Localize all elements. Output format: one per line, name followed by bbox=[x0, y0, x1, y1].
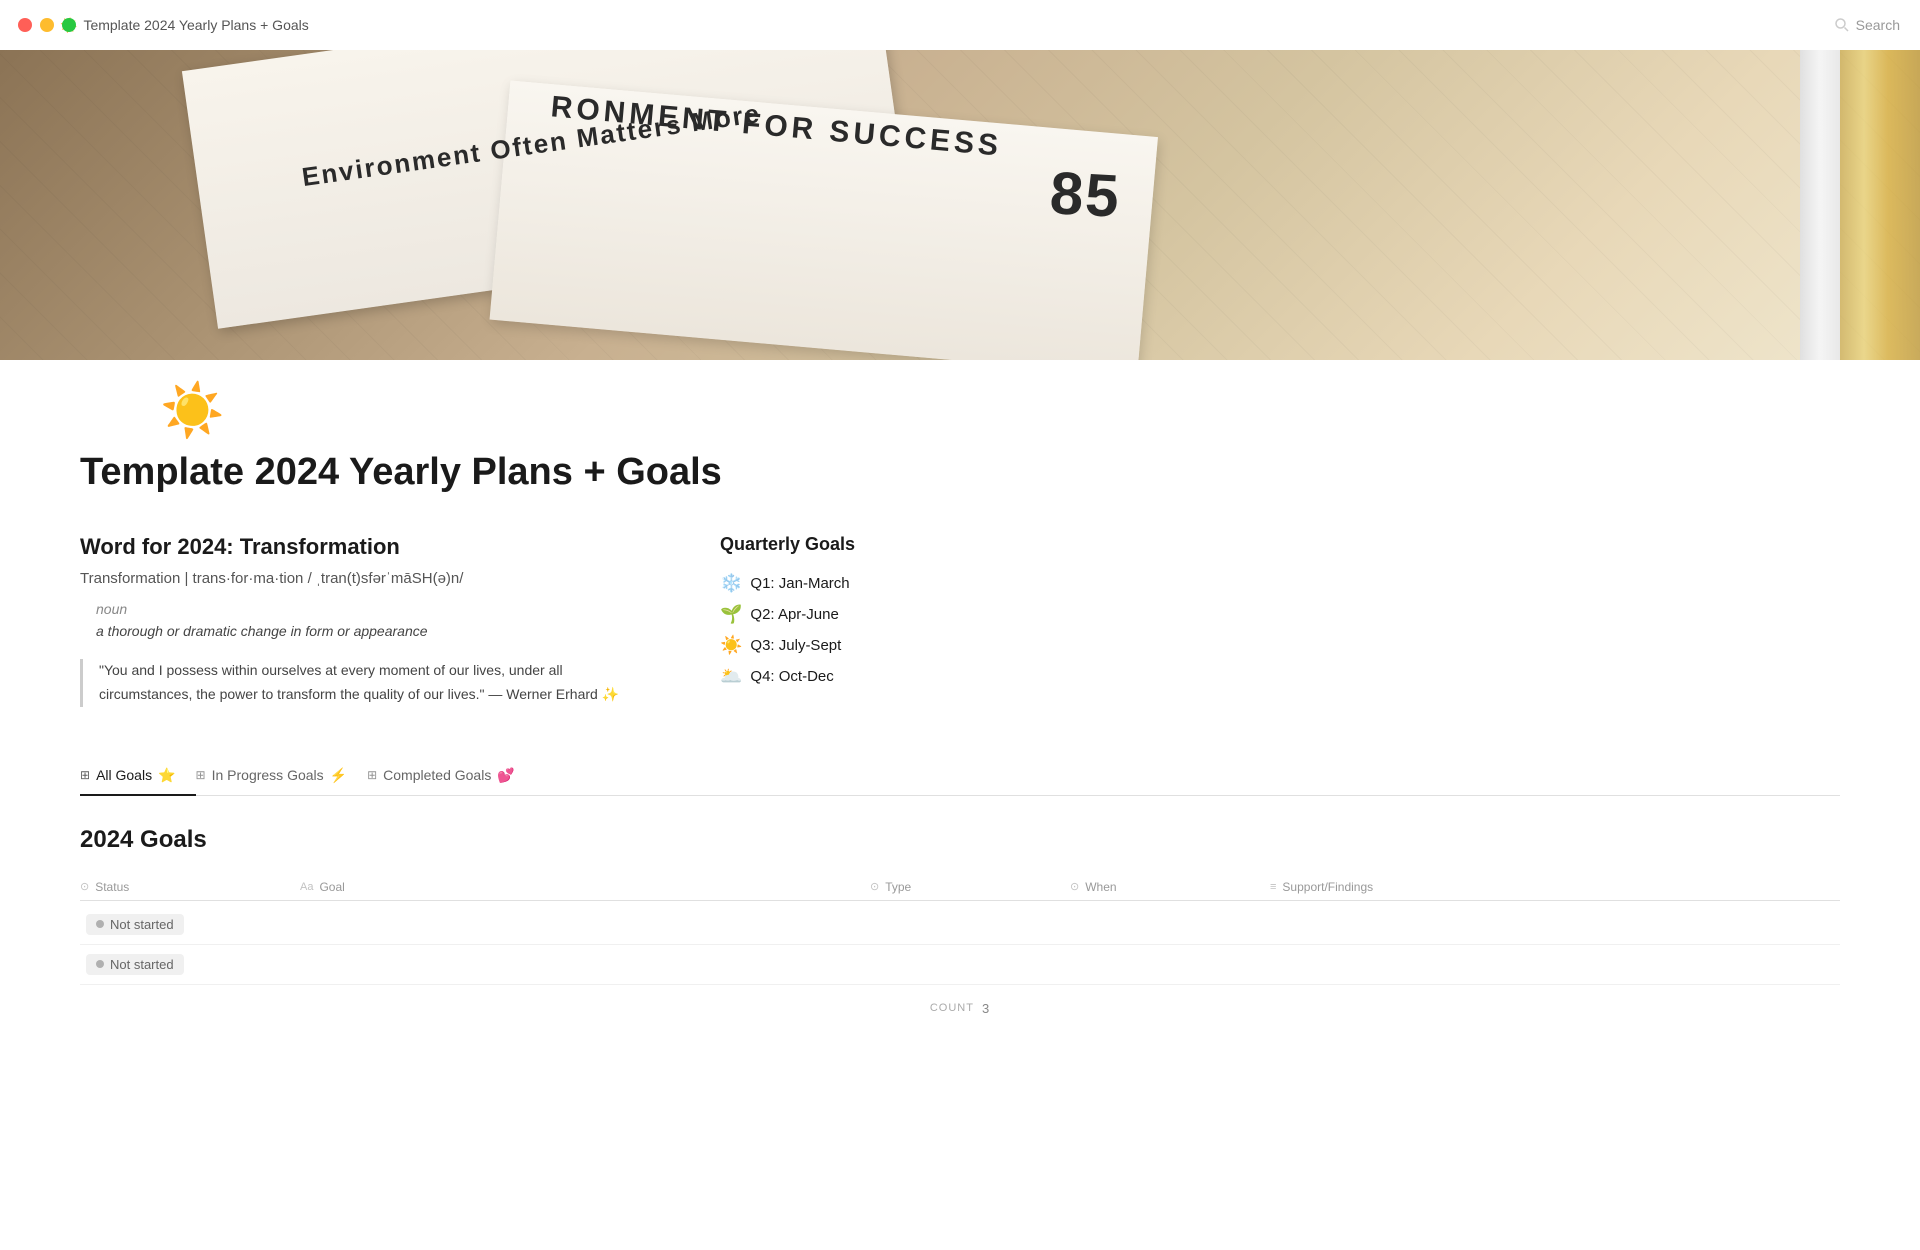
col-goal-icon: Aa bbox=[300, 881, 313, 893]
q2-label: Q2: Apr-June bbox=[750, 606, 838, 623]
table-row[interactable]: Not started bbox=[80, 905, 1840, 945]
table-header: ⊙ Status Aa Goal ⊙ Type ⊙ When ≡ Support… bbox=[80, 874, 1840, 901]
top-bar: ☀️ Template 2024 Yearly Plans + Goals Se… bbox=[0, 0, 1920, 50]
word-definition: a thorough or dramatic change in form or… bbox=[80, 623, 640, 639]
col-support-header: ≡ Support/Findings bbox=[1270, 880, 1840, 894]
q4-label: Q4: Oct-Dec bbox=[750, 668, 833, 685]
breadcrumb-text: Template 2024 Yearly Plans + Goals bbox=[83, 17, 308, 33]
row2-status-badge: Not started bbox=[86, 954, 184, 975]
q3-label: Q3: July-Sept bbox=[750, 637, 841, 654]
tab-completed-goals[interactable]: ⊞ Completed Goals 💕 bbox=[367, 757, 535, 796]
q1-label: Q1: Jan-March bbox=[750, 575, 849, 592]
col-status-label: Status bbox=[95, 880, 129, 894]
col-goal-label: Goal bbox=[319, 880, 344, 894]
quarterly-item-q2[interactable]: 🌱 Q2: Apr-June bbox=[720, 604, 1840, 625]
q1-emoji: ❄️ bbox=[720, 573, 742, 594]
tab-in-progress-goals[interactable]: ⊞ In Progress Goals ⚡ bbox=[196, 757, 368, 796]
word-pos: noun bbox=[80, 601, 640, 617]
window-controls bbox=[18, 18, 76, 32]
row2-status-dot bbox=[96, 960, 104, 968]
row1-status-dot bbox=[96, 920, 104, 928]
row1-when-cell[interactable] bbox=[1070, 916, 1270, 932]
col-support-icon: ≡ bbox=[1270, 881, 1276, 893]
col-type-label: Type bbox=[885, 880, 911, 894]
table-row[interactable]: Not started bbox=[80, 945, 1840, 985]
col-type-header: ⊙ Type bbox=[870, 880, 1070, 894]
tabs-bar: ⊞ All Goals ⭐ ⊞ In Progress Goals ⚡ ⊞ Co… bbox=[80, 757, 1840, 796]
quarterly-heading: Quarterly Goals bbox=[720, 534, 1840, 555]
row2-goal-cell[interactable] bbox=[300, 956, 870, 972]
q2-emoji: 🌱 bbox=[720, 604, 742, 625]
tab-in-progress-icon: ⊞ bbox=[196, 768, 206, 782]
col-support-label: Support/Findings bbox=[1282, 880, 1373, 894]
search-label: Search bbox=[1856, 17, 1900, 33]
page-title: Template 2024 Yearly Plans + Goals bbox=[80, 451, 1840, 494]
col-type-icon: ⊙ bbox=[870, 880, 879, 893]
row1-status-cell: Not started bbox=[80, 906, 300, 943]
tab-completed-label: Completed Goals bbox=[383, 767, 491, 783]
quarterly-item-q4[interactable]: 🌥️ Q4: Oct-Dec bbox=[720, 666, 1840, 687]
tab-in-progress-emoji: ⚡ bbox=[330, 767, 347, 784]
count-label: COUNT bbox=[930, 1002, 974, 1014]
tab-all-goals-emoji: ⭐ bbox=[158, 767, 175, 784]
tab-all-goals-icon: ⊞ bbox=[80, 768, 90, 782]
col-goal-header: Aa Goal bbox=[300, 880, 870, 894]
book-binding bbox=[1840, 50, 1920, 360]
row2-support-cell[interactable] bbox=[1270, 956, 1840, 972]
row1-status-badge: Not started bbox=[86, 914, 184, 935]
page-emoji: ☀️ bbox=[160, 380, 1840, 441]
q4-emoji: 🌥️ bbox=[720, 666, 742, 687]
quarterly-goals-section: Quarterly Goals ❄️ Q1: Jan-March 🌱 Q2: A… bbox=[720, 534, 1840, 707]
row1-status-label: Not started bbox=[110, 917, 174, 932]
count-value: 3 bbox=[982, 1001, 990, 1016]
word-phonetic: Transformation | trans·for·ma·tion / ˌtr… bbox=[80, 570, 640, 587]
row1-type-cell[interactable] bbox=[870, 916, 1070, 932]
maximize-button[interactable] bbox=[62, 18, 76, 32]
col-when-label: When bbox=[1085, 880, 1116, 894]
search-button[interactable]: Search bbox=[1834, 17, 1900, 33]
row1-support-cell[interactable] bbox=[1270, 916, 1840, 932]
tab-all-goals-label: All Goals bbox=[96, 767, 152, 783]
row2-type-cell[interactable] bbox=[870, 956, 1070, 972]
col-when-icon: ⊙ bbox=[1070, 880, 1079, 893]
main-content: ☀️ Template 2024 Yearly Plans + Goals Wo… bbox=[0, 380, 1920, 1112]
two-column-layout: Word for 2024: Transformation Transforma… bbox=[80, 534, 1840, 707]
count-row: COUNT 3 bbox=[80, 985, 1840, 1032]
word-section: Word for 2024: Transformation Transforma… bbox=[80, 534, 640, 707]
quote-text: "You and I possess within ourselves at e… bbox=[99, 659, 640, 707]
tab-all-goals[interactable]: ⊞ All Goals ⭐ bbox=[80, 757, 196, 796]
goals-table-heading: 2024 Goals bbox=[80, 826, 1840, 854]
search-icon bbox=[1834, 17, 1850, 33]
tab-completed-emoji: 💕 bbox=[497, 767, 514, 784]
book-number: 85 bbox=[1048, 158, 1122, 231]
q3-emoji: ☀️ bbox=[720, 635, 742, 656]
col-when-header: ⊙ When bbox=[1070, 880, 1270, 894]
quarterly-item-q1[interactable]: ❄️ Q1: Jan-March bbox=[720, 573, 1840, 594]
close-button[interactable] bbox=[18, 18, 32, 32]
quarterly-list: ❄️ Q1: Jan-March 🌱 Q2: Apr-June ☀️ Q3: J… bbox=[720, 573, 1840, 687]
hero-banner: Environment Often Matters More RONMENT F… bbox=[0, 50, 1920, 360]
col-status-header: ⊙ Status bbox=[80, 880, 300, 894]
row2-status-label: Not started bbox=[110, 957, 174, 972]
tab-in-progress-label: In Progress Goals bbox=[212, 767, 324, 783]
word-heading: Word for 2024: Transformation bbox=[80, 534, 640, 560]
tab-completed-icon: ⊞ bbox=[367, 768, 377, 782]
minimize-button[interactable] bbox=[40, 18, 54, 32]
col-status-icon: ⊙ bbox=[80, 880, 89, 893]
quote-block: "You and I possess within ourselves at e… bbox=[80, 659, 640, 707]
row1-goal-cell[interactable] bbox=[300, 916, 870, 932]
breadcrumb: ☀️ Template 2024 Yearly Plans + Goals bbox=[60, 17, 309, 34]
quarterly-item-q3[interactable]: ☀️ Q3: July-Sept bbox=[720, 635, 1840, 656]
row2-status-cell: Not started bbox=[80, 946, 300, 983]
book-spine-light bbox=[1800, 50, 1840, 360]
row2-when-cell[interactable] bbox=[1070, 956, 1270, 972]
